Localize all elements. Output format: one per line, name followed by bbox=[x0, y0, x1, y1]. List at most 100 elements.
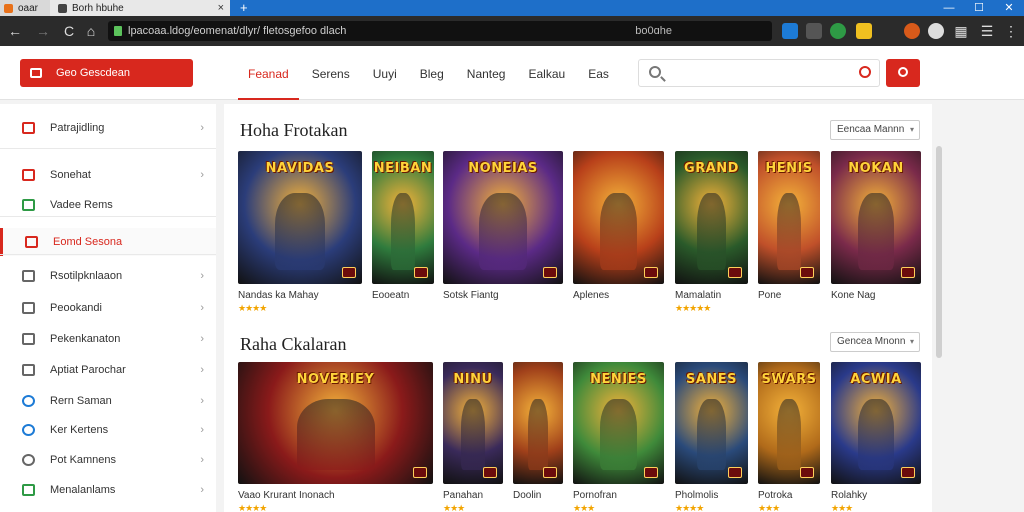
sidebar-item[interactable]: Ker Kertens › bbox=[0, 416, 216, 444]
search-input[interactable] bbox=[669, 64, 839, 82]
game-title[interactable]: Nandas ka Mahay bbox=[238, 290, 319, 301]
maximize-button[interactable]: ☐ bbox=[964, 0, 994, 16]
game-title[interactable]: Potroka bbox=[758, 490, 792, 501]
game-cover-image[interactable]: NEIBAN bbox=[372, 151, 434, 284]
character-art bbox=[461, 399, 485, 470]
cover-title: NOKAN bbox=[848, 161, 904, 176]
game-card[interactable]: NINU Panahan ★★★ bbox=[443, 362, 503, 512]
game-cover-image[interactable]: NAVIDAS bbox=[238, 151, 362, 284]
sidebar-icon[interactable]: ☰ bbox=[978, 22, 996, 40]
sidebar-item[interactable]: Pekenkanaton › bbox=[0, 325, 216, 353]
grid-icon[interactable]: ▦ bbox=[952, 22, 970, 40]
game-card[interactable]: ACWIA Rolahky ★★★ bbox=[831, 362, 921, 512]
tab-featured[interactable]: Feanad bbox=[238, 46, 299, 100]
sort-dropdown[interactable]: Eencaa Mannn ▾ bbox=[830, 120, 920, 140]
game-title[interactable]: Pholmolis bbox=[675, 490, 718, 501]
home-button[interactable]: ⌂ bbox=[82, 22, 100, 40]
game-title[interactable]: Pone bbox=[758, 290, 781, 301]
game-title[interactable]: Mamalatin bbox=[675, 290, 721, 301]
sidebar-item[interactable]: Vadee Rems bbox=[0, 191, 216, 219]
menu-icon[interactable]: ⋮ bbox=[1002, 22, 1020, 40]
star-rating: ★★★★★ bbox=[675, 303, 711, 313]
close-tab-icon[interactable]: × bbox=[218, 2, 224, 14]
search-icon[interactable] bbox=[859, 66, 871, 78]
extension-icon[interactable] bbox=[830, 23, 846, 39]
back-button[interactable]: ← bbox=[6, 22, 24, 40]
tab-ranking[interactable]: Nanteg bbox=[457, 46, 516, 100]
browser-tab[interactable]: oaar bbox=[0, 0, 50, 16]
minimize-button[interactable]: — bbox=[934, 0, 964, 16]
game-cover-image[interactable]: ACWIA bbox=[831, 362, 921, 484]
extension-icon[interactable] bbox=[782, 23, 798, 39]
new-tab-button[interactable]: + bbox=[240, 0, 248, 16]
game-card[interactable]: NENIES Pornofran ★★★ bbox=[573, 362, 664, 512]
forward-button[interactable]: → bbox=[34, 22, 52, 40]
search-box[interactable] bbox=[638, 59, 880, 87]
tab-falkon[interactable]: Ealkau bbox=[518, 46, 575, 100]
bookmark-icon[interactable] bbox=[856, 23, 872, 39]
game-cover-image[interactable]: NONEIAS bbox=[443, 151, 563, 284]
sidebar-item[interactable]: Rsotilpknlaaon › bbox=[0, 262, 216, 290]
game-card[interactable]: Aplenes bbox=[573, 151, 664, 318]
tab-series[interactable]: Serens bbox=[302, 46, 360, 100]
game-cover-image[interactable]: GRAND bbox=[675, 151, 748, 284]
sidebar-item-label: Pekenkanaton bbox=[50, 333, 121, 345]
sort-dropdown[interactable]: Gencea Mnonn ▾ bbox=[830, 332, 920, 352]
game-title[interactable]: Vaao Krurant Inonach bbox=[238, 490, 335, 501]
game-cover-image[interactable] bbox=[513, 362, 563, 484]
platform-badge-icon bbox=[800, 267, 814, 278]
game-title[interactable]: Kone Nag bbox=[831, 290, 875, 301]
scrollbar[interactable] bbox=[936, 146, 942, 358]
sidebar-item[interactable]: Aptiat Parochar › bbox=[0, 356, 216, 384]
game-title[interactable]: Pornofran bbox=[573, 490, 617, 501]
game-card[interactable]: NOVERIEY Vaao Krurant Inonach ★★★★ bbox=[238, 362, 433, 512]
platform-badge-icon bbox=[414, 267, 428, 278]
reload-button[interactable]: C bbox=[60, 22, 78, 40]
shield-icon[interactable] bbox=[806, 23, 822, 39]
game-cover-image[interactable] bbox=[573, 151, 664, 284]
search-button[interactable] bbox=[886, 59, 920, 87]
cta-button[interactable]: Geo Gescdean bbox=[20, 59, 193, 87]
game-card[interactable]: SANES Pholmolis ★★★★ bbox=[675, 362, 748, 512]
game-title[interactable]: Rolahky bbox=[831, 490, 867, 501]
game-cover-image[interactable]: SANES bbox=[675, 362, 748, 484]
game-card[interactable]: HENIS Pone bbox=[758, 151, 820, 318]
sidebar-item[interactable]: Peookandi › bbox=[0, 294, 216, 322]
tab-buy[interactable]: Uuyi bbox=[363, 46, 407, 100]
sidebar-item[interactable]: Patrajidling › bbox=[0, 114, 216, 142]
tab-blog[interactable]: Bleg bbox=[410, 46, 454, 100]
sidebar-item[interactable]: Sonehat › bbox=[0, 161, 216, 189]
game-card[interactable]: NOKAN Kone Nag bbox=[831, 151, 921, 318]
game-title[interactable]: Eooeatn bbox=[372, 290, 409, 301]
sidebar-item[interactable]: Pot Kamnens › bbox=[0, 446, 216, 474]
game-card[interactable]: Doolin bbox=[513, 362, 563, 512]
game-card[interactable]: NEIBAN Eooeatn bbox=[372, 151, 434, 318]
game-title[interactable]: Doolin bbox=[513, 490, 541, 501]
sidebar-item[interactable]: Menalanlams › bbox=[0, 476, 216, 504]
game-card[interactable]: NONEIAS Sotsk Fiantg bbox=[443, 151, 563, 318]
chevron-right-icon: › bbox=[200, 395, 204, 407]
game-title[interactable]: Sotsk Fiantg bbox=[443, 290, 499, 301]
game-card[interactable]: NAVIDAS Nandas ka Mahay ★★★★ bbox=[238, 151, 362, 318]
game-cover-image[interactable]: HENIS bbox=[758, 151, 820, 284]
game-cover-image[interactable]: NOKAN bbox=[831, 151, 921, 284]
game-cover-image[interactable]: NENIES bbox=[573, 362, 664, 484]
game-title[interactable]: Panahan bbox=[443, 490, 483, 501]
game-title[interactable]: Aplenes bbox=[573, 290, 609, 301]
sidebar-item[interactable]: Eomd Sesona bbox=[0, 228, 216, 256]
game-cover-image[interactable]: SWARS bbox=[758, 362, 820, 484]
character-art bbox=[858, 399, 894, 470]
game-cover-image[interactable]: NOVERIEY bbox=[238, 362, 433, 484]
address-bar[interactable]: lpacoaa.ldog/eomenat/dlyr/ fletosgefoo d… bbox=[108, 21, 772, 41]
tab-eas[interactable]: Eas bbox=[578, 46, 619, 100]
address-url: lpacoaa.ldog/eomenat/dlyr/ fletosgefoo d… bbox=[128, 25, 347, 37]
game-card[interactable]: GRAND Mamalatin ★★★★★ bbox=[675, 151, 748, 318]
extension-icon[interactable] bbox=[904, 23, 920, 39]
profile-icon[interactable] bbox=[928, 23, 944, 39]
game-card[interactable]: SWARS Potroka ★★★ bbox=[758, 362, 820, 512]
sidebar-item[interactable]: Rern Saman › bbox=[0, 387, 216, 415]
game-cover-image[interactable]: NINU bbox=[443, 362, 503, 484]
browser-tab-active[interactable]: Borh hbuhe × bbox=[50, 0, 230, 16]
window-close-button[interactable]: ✕ bbox=[994, 0, 1024, 16]
browser-tab-bar: oaar Borh hbuhe × + — ☐ ✕ bbox=[0, 0, 1024, 16]
